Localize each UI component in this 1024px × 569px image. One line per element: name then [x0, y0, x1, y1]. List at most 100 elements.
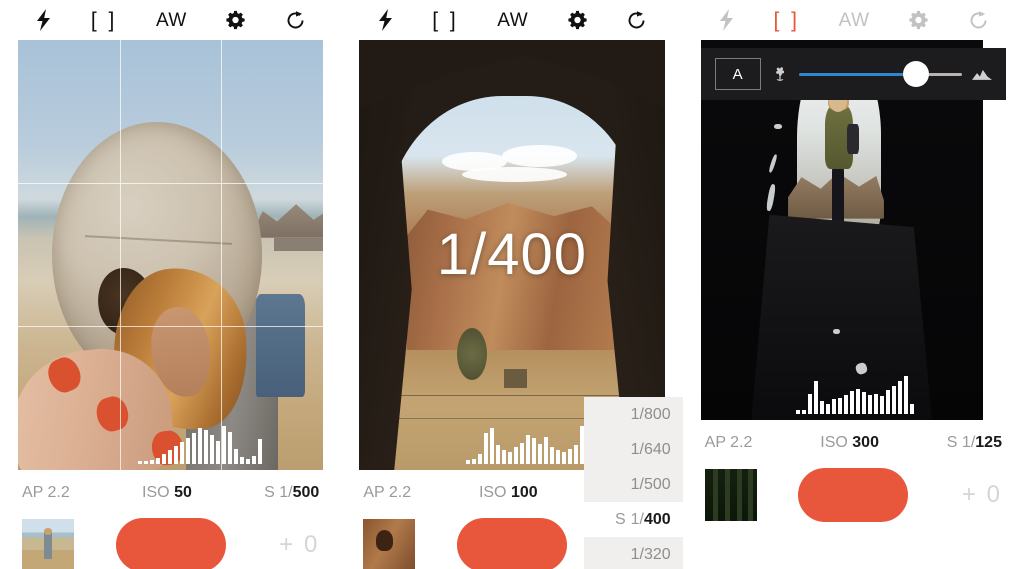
aperture-value: 2.2 [47, 484, 70, 501]
settings-gear-icon[interactable] [225, 10, 246, 31]
histogram-bar [222, 426, 226, 464]
histogram-bar [478, 454, 483, 464]
shutter-option-selected[interactable]: S 1/400 [583, 502, 683, 537]
exposure-readout: AP 2.2 ISO 300 S 1/125 [683, 420, 1024, 458]
settings-gear-icon[interactable] [908, 10, 929, 31]
focus-slider-fill [798, 72, 917, 76]
photo-pier [274, 237, 324, 251]
panel-grid: [ ] AW AP 2.2 ISO 50 S 1/500 + 0 [0, 0, 342, 569]
awb-icon[interactable]: AW [156, 11, 187, 30]
top-toolbar: [ ] AW [341, 0, 683, 40]
macro-flower-icon[interactable] [771, 65, 789, 83]
exposure-readout: AP 2.2 ISO 50 S 1/500 [0, 470, 341, 508]
aperture-value: 2.2 [730, 434, 753, 451]
histogram-bar [252, 456, 256, 464]
histogram-bar [574, 445, 579, 464]
iso-readout: ISO 100 [479, 484, 538, 502]
shutter-option[interactable]: 1/800 [584, 397, 683, 432]
focus-brackets-icon[interactable]: [ ] [432, 10, 459, 31]
shutter-button[interactable] [115, 518, 226, 569]
iso-readout: ISO 50 [142, 484, 192, 502]
histogram-bar [174, 446, 178, 464]
histogram-bar [192, 433, 196, 464]
switch-camera-icon[interactable] [626, 10, 647, 31]
shutter-button[interactable] [798, 468, 909, 522]
shutter-readout: S 1/125 [947, 434, 1002, 452]
shutter-value: 400 [643, 510, 671, 528]
switch-camera-icon[interactable] [285, 10, 306, 31]
histogram-bar [472, 459, 477, 464]
panel-focus-slider: [ ] AW A AP 2.2 ISO 300 S 1/125 + 0 [682, 0, 1024, 569]
panel-shutter-picker: [ ] AW 1/400 AP 2.2 ISO 100 1/800 1/640 … [341, 0, 683, 569]
awb-icon[interactable]: AW [497, 11, 528, 30]
histogram-bar [879, 396, 884, 414]
focus-brackets-icon[interactable]: [ ] [774, 10, 801, 31]
histogram-bar [801, 410, 806, 414]
histogram-bar [144, 461, 148, 464]
shutter-readout: S 1/500 [264, 484, 319, 502]
iso-readout: ISO 300 [820, 434, 879, 452]
histogram-bar [843, 395, 848, 414]
autofocus-button[interactable]: A [714, 58, 761, 90]
aperture-readout: AP 2.2 [363, 484, 411, 502]
shutter-speed-dropdown[interactable]: 1/800 1/640 1/500 S1/400 1/320 1/250 [583, 397, 683, 569]
histogram-bar [180, 442, 184, 464]
focus-brackets-icon[interactable]: [ ] [91, 10, 118, 31]
shutter-option[interactable]: 1/500 [584, 467, 683, 502]
shutter-label: S [946, 434, 958, 451]
exposure-compensation-value[interactable]: + 0 [267, 531, 319, 559]
shutter-option[interactable]: 1/640 [584, 432, 683, 467]
aperture-label: AP [704, 434, 726, 451]
histogram-bar [234, 449, 238, 464]
settings-gear-icon[interactable] [567, 10, 588, 31]
viewfinder[interactable] [18, 40, 324, 470]
iso-value: 50 [174, 484, 192, 501]
histogram-bar [849, 391, 854, 414]
photo-hills [250, 204, 324, 238]
histogram-bar [168, 450, 172, 464]
aperture-readout: AP 2.2 [22, 484, 70, 502]
shutter-button[interactable] [456, 518, 567, 569]
awb-icon[interactable]: AW [839, 11, 870, 30]
aperture-label: AP [363, 484, 385, 501]
histogram-bar [825, 404, 830, 414]
histogram-bar [550, 447, 555, 464]
histogram-bar [156, 458, 160, 464]
histogram-bar [228, 432, 232, 464]
flash-icon[interactable] [377, 9, 394, 31]
shutter-prefix: 1/ [279, 484, 293, 501]
histogram-bar [556, 450, 561, 464]
histogram-bar [532, 438, 537, 464]
mountain-icon[interactable] [971, 67, 992, 81]
bottom-controls: + 0 [0, 508, 341, 569]
focus-control-bar: A [700, 48, 1006, 100]
histogram-overlay [466, 424, 585, 464]
beach-photo-thumbnail[interactable] [22, 519, 74, 569]
top-toolbar: [ ] AW [0, 0, 342, 40]
photo-shed [504, 368, 527, 388]
canyon-photo-thumbnail[interactable] [363, 519, 416, 569]
histogram-bar [198, 428, 202, 464]
histogram-bar [813, 381, 818, 414]
iso-label: ISO [820, 434, 848, 451]
shutter-label: S [264, 484, 275, 501]
histogram-bar [138, 461, 142, 464]
focus-slider-knob[interactable] [903, 61, 930, 87]
histogram-bar [544, 437, 549, 464]
exposure-compensation-value[interactable]: + 0 [950, 481, 1002, 509]
switch-camera-icon[interactable] [968, 10, 989, 31]
histogram-bar [873, 394, 878, 414]
focus-slider[interactable] [798, 61, 962, 87]
photo-tree [456, 327, 487, 381]
flash-icon[interactable] [718, 9, 735, 31]
histogram-bar [210, 435, 214, 464]
shutter-option[interactable]: 1/320 [584, 537, 683, 569]
histogram-overlay [795, 374, 914, 414]
iso-label: ISO [478, 484, 507, 501]
histogram-bar [909, 404, 914, 414]
forest-photo-thumbnail[interactable] [704, 469, 757, 521]
histogram-bar [490, 428, 495, 464]
flash-icon[interactable] [35, 9, 52, 31]
histogram-bar [502, 450, 507, 464]
histogram-bar [520, 443, 525, 464]
